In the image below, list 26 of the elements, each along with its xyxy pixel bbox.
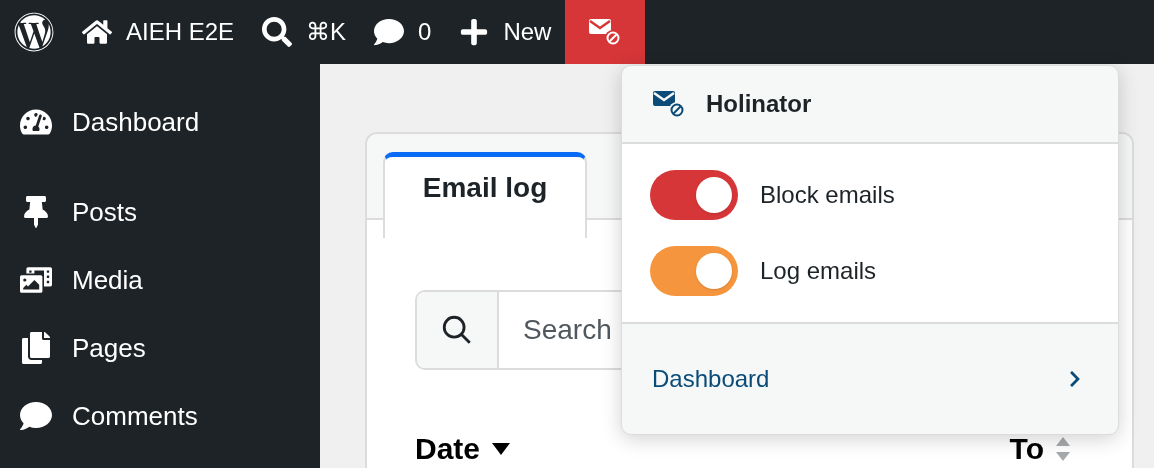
toggle-switch[interactable] (650, 170, 738, 220)
home-icon (82, 17, 112, 47)
media-icon (18, 264, 54, 296)
toggle-label: Log emails (760, 256, 877, 286)
sort-down-icon (492, 442, 511, 455)
search-icon (262, 17, 293, 47)
sidebar-item[interactable]: Media (0, 260, 320, 300)
admin-bar-item[interactable]: ⌘K (248, 0, 361, 64)
column-header[interactable]: Date (415, 426, 511, 468)
speech-bubble-icon (18, 400, 54, 432)
admin-bar-item[interactable]: AIEH E2E (68, 0, 249, 64)
sidebar-item[interactable]: Comments (0, 396, 320, 436)
speech-bubble-icon (374, 17, 405, 47)
mail-block-icon (588, 17, 623, 47)
sidebar-item[interactable]: Posts (0, 192, 320, 232)
plus-icon (459, 17, 490, 47)
holinator-menu-button[interactable] (565, 0, 646, 64)
tab[interactable]: Email log (383, 152, 587, 238)
admin-bar-item[interactable]: 0 (360, 0, 446, 64)
mail-block-icon (652, 89, 686, 119)
toggle-label: Block emails (760, 180, 895, 210)
sidebar-item[interactable]: Dashboard (0, 102, 320, 142)
admin-bar-item[interactable]: New (445, 0, 566, 64)
menu-title: Holinator (706, 89, 812, 119)
sidebar-item[interactable]: Pages (0, 328, 320, 368)
toggle-switch[interactable] (650, 246, 738, 296)
